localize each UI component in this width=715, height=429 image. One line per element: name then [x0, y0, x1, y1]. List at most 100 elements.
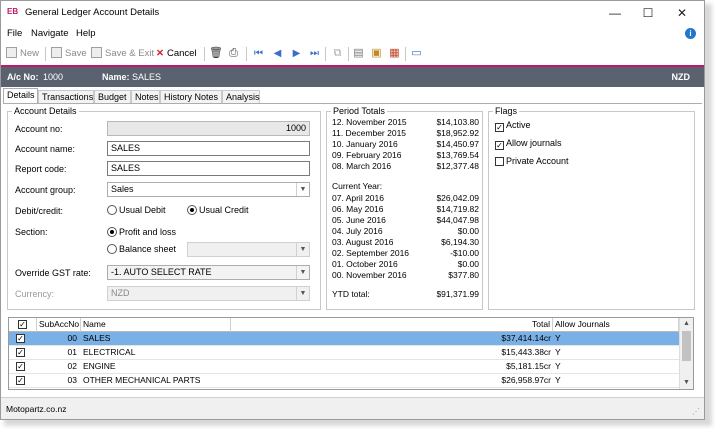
- current-year-label: Current Year:: [332, 181, 383, 191]
- toolbar: New Save Save & Exit ✕ Cancel 🗑 ⎙ ⏮ ◀ ▶ ⏭…: [1, 44, 704, 64]
- account-name-label: Account name:: [15, 144, 76, 154]
- active-checkbox[interactable]: ✓ Active: [495, 120, 531, 132]
- flags-legend: Flags: [495, 106, 518, 116]
- previous-record-icon[interactable]: ◀: [271, 47, 284, 60]
- checkbox-checked-icon[interactable]: ✓: [16, 348, 25, 357]
- cell-name: ENGINE: [83, 361, 116, 371]
- period-row: 10. January 2016 $14,450.97: [332, 139, 479, 150]
- cell-name: ELECTRICAL: [83, 347, 136, 357]
- tab-budget[interactable]: Budget: [94, 90, 131, 104]
- balance-sheet-select: ▼: [187, 242, 310, 257]
- close-button[interactable]: ✕: [665, 3, 699, 23]
- cell-subaccno: 01: [67, 347, 77, 357]
- allow-journals-checkbox[interactable]: ✓ Allow journals: [495, 138, 562, 150]
- private-account-checkbox[interactable]: Private Account: [495, 156, 569, 166]
- menu-navigate[interactable]: Navigate: [31, 28, 69, 39]
- balance-sheet-radio[interactable]: Balance sheet: [107, 244, 176, 254]
- next-record-icon[interactable]: ▶: [290, 47, 303, 60]
- scroll-down-icon[interactable]: ▼: [680, 377, 693, 389]
- account-group-select[interactable]: Sales ▼: [107, 182, 310, 197]
- cell-total: $26,958.97cr: [501, 375, 551, 385]
- radio-unchecked-icon: [107, 205, 117, 215]
- print-icon[interactable]: ⎙: [227, 47, 240, 60]
- vertical-scrollbar[interactable]: ▲ ▼: [679, 318, 693, 389]
- window-icon[interactable]: ▭: [410, 47, 423, 60]
- col-name[interactable]: Name: [81, 318, 231, 332]
- tab-history-notes[interactable]: History Notes: [160, 90, 222, 104]
- save-exit-button[interactable]: Save & Exit: [91, 46, 154, 62]
- table-row[interactable]: ✓ 03 OTHER MECHANICAL PARTS $26,958.97cr…: [9, 374, 679, 388]
- window-title: General Ledger Account Details: [25, 7, 160, 18]
- chevron-down-icon: ▼: [296, 266, 309, 279]
- tab-transactions[interactable]: Transactions: [38, 90, 94, 104]
- first-record-icon[interactable]: ⏮: [252, 47, 265, 60]
- period-name: 05. June 2016: [332, 215, 386, 225]
- period-totals-list: 12. November 2015 $14,103.80 11. December…: [328, 117, 481, 307]
- checkbox-checked-icon[interactable]: ✓: [16, 334, 25, 343]
- save-exit-label: Save & Exit: [105, 48, 155, 59]
- cancel-button[interactable]: ✕ Cancel: [156, 46, 197, 62]
- col-total[interactable]: Total: [231, 318, 553, 332]
- select-all-checkbox[interactable]: ✓: [9, 318, 37, 332]
- checkbox-unchecked-icon: [495, 157, 504, 166]
- account-header-bar: A/c No: 1000 Name: SALES NZD: [1, 67, 704, 87]
- checkbox-checked-icon[interactable]: ✓: [16, 362, 25, 371]
- last-record-icon[interactable]: ⏭: [308, 47, 321, 60]
- period-row: 02. September 2016 -$10.00: [332, 248, 479, 259]
- account-details-legend: Account Details: [14, 106, 77, 116]
- profit-loss-radio[interactable]: Profit and loss: [107, 227, 176, 237]
- flags-group: Flags: [488, 106, 695, 310]
- section-label: Section:: [15, 227, 48, 237]
- title-bar: EB General Ledger Account Details — ☐ ✕: [1, 1, 704, 25]
- scroll-up-icon[interactable]: ▲: [680, 318, 693, 330]
- tab-notes[interactable]: Notes: [131, 90, 160, 104]
- debit-credit-label: Debit/credit:: [15, 206, 64, 216]
- name-label: Name:: [102, 72, 130, 82]
- new-button[interactable]: New: [6, 46, 39, 62]
- report-icon[interactable]: ▦: [388, 47, 401, 60]
- usual-debit-radio[interactable]: Usual Debit: [107, 205, 166, 215]
- period-value: $13,769.54: [436, 150, 479, 160]
- table-row[interactable]: ✓ 00 SALES $37,414.14cr Y: [9, 332, 679, 346]
- scroll-thumb[interactable]: [682, 331, 691, 361]
- period-value: $0.00: [457, 226, 479, 236]
- account-name-field[interactable]: SALES: [107, 141, 310, 156]
- delete-icon[interactable]: 🗑: [209, 47, 223, 60]
- period-value: $18,952.92: [436, 128, 479, 138]
- cell-subaccno: 00: [67, 333, 77, 343]
- radio-checked-icon: [107, 227, 117, 237]
- chevron-down-icon: ▼: [296, 287, 309, 300]
- maximize-button[interactable]: ☐: [631, 3, 665, 23]
- save-icon: [51, 47, 62, 58]
- period-value: $0.00: [457, 259, 479, 269]
- col-subaccno[interactable]: SubAccNo: [37, 318, 81, 332]
- document-icon[interactable]: ▤: [352, 47, 365, 60]
- period-name: 09. February 2016: [332, 150, 402, 160]
- save-label: Save: [65, 48, 87, 59]
- menu-file[interactable]: File: [7, 28, 22, 39]
- cell-allow-journals: Y: [555, 375, 561, 385]
- resize-grip-icon[interactable]: ⋰: [692, 407, 702, 417]
- usual-credit-radio[interactable]: Usual Credit: [187, 205, 249, 215]
- col-allow-journals[interactable]: Allow Journals: [553, 318, 679, 332]
- folder-icon[interactable]: ▣: [370, 47, 383, 60]
- save-button[interactable]: Save: [51, 46, 87, 62]
- menu-help[interactable]: Help: [76, 28, 96, 39]
- info-icon[interactable]: i: [685, 28, 696, 39]
- minimize-button[interactable]: —: [598, 3, 632, 23]
- copy-icon[interactable]: ⧉: [331, 47, 344, 60]
- balance-sheet-label: Balance sheet: [119, 244, 177, 254]
- active-label: Active: [506, 120, 531, 130]
- period-name: 07. April 2016: [332, 193, 384, 203]
- checkbox-checked-icon[interactable]: ✓: [16, 376, 25, 385]
- tab-analysis[interactable]: Analysis: [222, 90, 260, 104]
- report-code-field[interactable]: SALES: [107, 161, 310, 176]
- gst-select[interactable]: -1. AUTO SELECT RATE ▼: [107, 265, 310, 280]
- account-group-label: Account group:: [15, 185, 76, 195]
- table-row[interactable]: ✓ 01 ELECTRICAL $15,443.38cr Y: [9, 346, 679, 360]
- cell-total: $15,443.38cr: [501, 347, 551, 357]
- table-row[interactable]: ✓ 02 ENGINE $5,181.15cr Y: [9, 360, 679, 374]
- period-name: 08. March 2016: [332, 161, 392, 171]
- cancel-icon: ✕: [156, 48, 164, 59]
- details-panel: Account Details Account no: 1000 Account…: [3, 103, 702, 311]
